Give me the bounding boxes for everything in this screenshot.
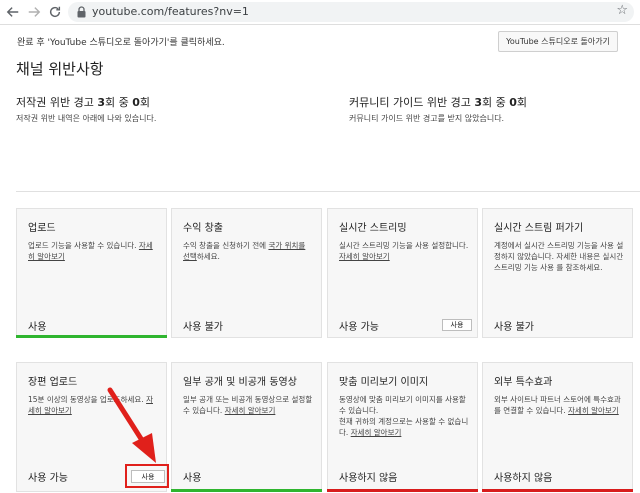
card-title: 일부 공개 및 비공개 동영상 (183, 377, 297, 388)
card-desc: 계정에서 실시간 스트리밍 기능을 사용 설정하지 않았습니다. 자세한 내용은… (494, 241, 624, 272)
card-desc: 일부 공개 또는 비공개 동영상으로 설정할 수 있습니다. 자세히 알아보기 (183, 395, 313, 415)
learn-more-link[interactable]: 자세히 알아보기 (339, 252, 390, 261)
card-title: 실시간 스트림 퍼가기 (494, 223, 584, 234)
learn-more-link[interactable]: 자세히 알아보기 (351, 428, 402, 437)
forward-arrow-icon[interactable] (25, 3, 43, 21)
status-bar-green (16, 335, 167, 338)
address-bar[interactable]: youtube.com/features?nv=1 ☆ (68, 2, 634, 22)
card-desc: 동영상에 맞춤 미리보기 이미지를 사용할 수 있습니다. 현재 귀하의 계정으로… (339, 395, 469, 437)
card-title: 수익 창출 (183, 223, 223, 234)
card-status: 사용 가능 (28, 473, 68, 484)
community-strike-desc: 커뮤니티 가이드 위반 경고를 받지 않았습니다. (349, 114, 505, 123)
status-bar-green (171, 489, 322, 492)
page-title: 채널 위반사항 (16, 60, 104, 78)
enable-live-button[interactable]: 사용 (442, 319, 472, 331)
community-strike-title: 커뮤니티 가이드 위반 경고 3회 중 0회 (349, 96, 527, 109)
copyright-strike-desc: 저작권 위반 내역은 아래에 나와 있습니다. (16, 114, 157, 123)
card-desc: 실시간 스트리밍 기능을 사용 설정합니다. 자세히 알아보기 (339, 241, 469, 261)
card-title: 장편 업로드 (28, 377, 78, 388)
reload-icon[interactable] (46, 3, 64, 21)
card-live-streaming: 실시간 스트리밍 실시간 스트리밍 기능을 사용 설정합니다. 자세히 알아보기… (327, 208, 478, 338)
star-icon[interactable]: ☆ (616, 3, 628, 18)
card-external-annotations: 외부 특수효과 외부 사이트나 파트너 스토어에 특수효과를 연결할 수 있습니… (482, 362, 633, 492)
card-status: 사용하지 않음 (339, 473, 398, 484)
card-upload: 업로드 업로드 기능을 사용할 수 있습니다. 자세히 알아보기 사용 (16, 208, 167, 338)
card-live-embed: 실시간 스트림 퍼가기 계정에서 실시간 스트리밍 기능을 사용 설정하지 않았… (482, 208, 633, 338)
card-unlisted-private: 일부 공개 및 비공개 동영상 일부 공개 또는 비공개 동영상으로 설정할 수… (171, 362, 322, 492)
status-bar-red (482, 489, 633, 492)
card-title: 외부 특수효과 (494, 377, 553, 388)
section-divider (16, 191, 640, 192)
card-title: 실시간 스트리밍 (339, 223, 407, 234)
learn-more-link[interactable]: 자세히 알아보기 (225, 406, 276, 415)
return-to-studio-button[interactable]: YouTube 스튜디오로 돌아가기 (498, 31, 618, 52)
card-status: 사용 가능 (339, 322, 379, 333)
notice-bar: 완료 후 'YouTube 스튜디오로 돌아가기'를 클릭하세요. YouTub… (0, 25, 640, 57)
learn-more-link[interactable]: 자세히 알아보기 (568, 406, 619, 415)
card-title: 업로드 (28, 223, 56, 234)
back-arrow-icon[interactable] (4, 3, 22, 21)
card-desc: 외부 사이트나 파트너 스토어에 특수효과를 연결할 수 있습니다. 자세히 알… (494, 395, 621, 415)
lock-icon (77, 6, 86, 18)
red-arrow-icon (107, 387, 156, 463)
copyright-strike-title: 저작권 위반 경고 3회 중 0회 (16, 96, 151, 109)
card-custom-thumbnails: 맞춤 미리보기 이미지 동영상에 맞춤 미리보기 이미지를 사용할 수 있습니다… (327, 362, 478, 492)
card-status: 사용 (28, 322, 47, 333)
browser-toolbar: youtube.com/features?nv=1 ☆ (0, 0, 640, 25)
card-status: 사용 (183, 473, 202, 484)
card-desc: 수익 창출을 신청하기 전에 국가 위치를 선택하세요. (183, 241, 306, 261)
card-title: 맞춤 미리보기 이미지 (339, 377, 429, 388)
card-status: 사용 불가 (494, 322, 534, 333)
url-text: youtube.com/features?nv=1 (92, 5, 249, 18)
card-monetization: 수익 창출 수익 창출을 신청하기 전에 국가 위치를 선택하세요. 사용 불가 (171, 208, 322, 338)
card-desc: 업로드 기능을 사용할 수 있습니다. 자세히 알아보기 (28, 241, 153, 261)
card-status: 사용하지 않음 (494, 473, 553, 484)
status-bar-red (327, 489, 478, 492)
notice-text: 완료 후 'YouTube 스튜디오로 돌아가기'를 클릭하세요. (17, 38, 225, 48)
card-status: 사용 불가 (183, 322, 223, 333)
